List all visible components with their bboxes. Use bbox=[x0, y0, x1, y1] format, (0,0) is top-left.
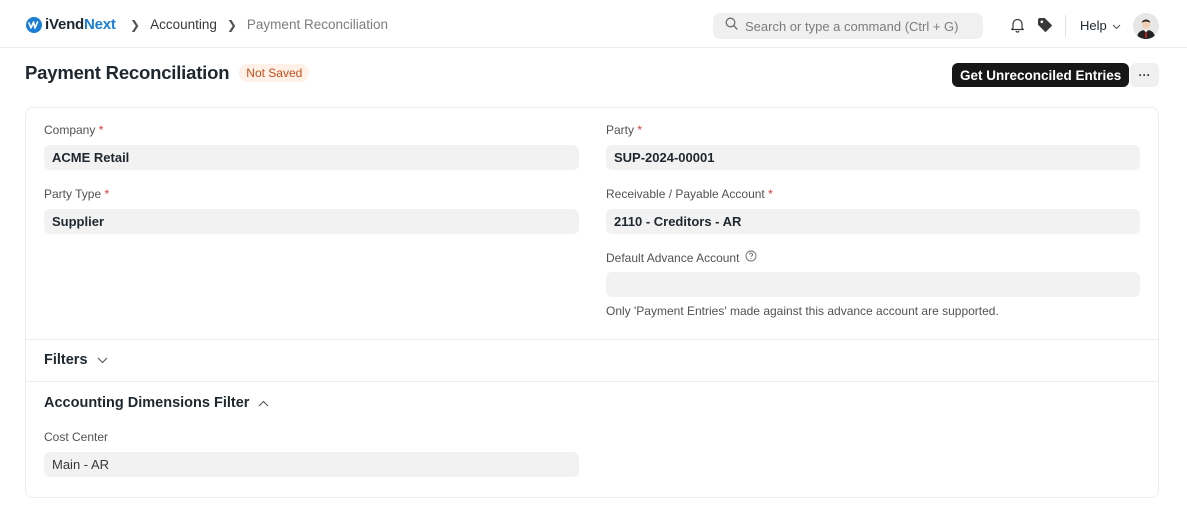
accounting-dimensions-section-title: Accounting Dimensions Filter bbox=[44, 395, 250, 411]
party-field[interactable]: SUP-2024-00001 bbox=[606, 145, 1140, 170]
receivable-payable-account-label: Receivable / Payable Account * bbox=[606, 187, 773, 201]
help-label: Help bbox=[1080, 18, 1107, 33]
logo-text: iVendNext bbox=[45, 16, 116, 33]
app-logo[interactable]: iVendNext bbox=[26, 16, 116, 33]
form-card: Company * ACME Retail Party Type * Suppl… bbox=[25, 107, 1159, 498]
page-title: Payment Reconciliation bbox=[25, 62, 230, 83]
search-icon bbox=[725, 17, 738, 35]
cost-center-field[interactable]: Main - AR bbox=[44, 452, 579, 477]
breadcrumb-accounting[interactable]: Accounting bbox=[150, 17, 217, 32]
navbar-divider bbox=[1065, 15, 1066, 37]
chevron-up-icon bbox=[258, 395, 269, 411]
company-label: Company * bbox=[44, 123, 104, 137]
breadcrumb-payment-reconciliation[interactable]: Payment Reconciliation bbox=[247, 17, 388, 32]
filters-section-toggle[interactable]: Filters bbox=[44, 352, 108, 368]
party-label: Party * bbox=[606, 123, 643, 137]
company-field[interactable]: ACME Retail bbox=[44, 145, 579, 170]
receivable-payable-account-field[interactable]: 2110 - Creditors - AR bbox=[606, 209, 1140, 234]
top-navbar: iVendNext ❯ Accounting ❯ Payment Reconci… bbox=[0, 0, 1187, 48]
breadcrumb: ❯ Accounting ❯ Payment Reconciliation bbox=[128, 17, 388, 32]
status-badge: Not Saved bbox=[239, 64, 310, 82]
avatar[interactable] bbox=[1133, 13, 1159, 39]
party-type-label: Party Type * bbox=[44, 187, 110, 201]
more-actions-button[interactable]: ··· bbox=[1130, 63, 1159, 87]
default-advance-account-help: Only 'Payment Entries' made against this… bbox=[606, 304, 999, 318]
search-bar[interactable] bbox=[713, 13, 983, 39]
help-dropdown[interactable]: Help bbox=[1080, 18, 1121, 33]
logo-icon bbox=[26, 16, 42, 33]
search-input[interactable] bbox=[745, 18, 975, 34]
chevron-right-icon: ❯ bbox=[226, 17, 237, 32]
section-divider bbox=[26, 381, 1158, 382]
filters-section-title: Filters bbox=[44, 352, 88, 368]
section-divider bbox=[26, 339, 1158, 340]
chevron-right-icon: ❯ bbox=[130, 17, 141, 32]
accounting-dimensions-section-toggle[interactable]: Accounting Dimensions Filter bbox=[44, 395, 269, 411]
party-type-field[interactable]: Supplier bbox=[44, 209, 579, 234]
help-circle-icon[interactable] bbox=[745, 250, 757, 265]
default-advance-account-label: Default Advance Account bbox=[606, 250, 757, 265]
get-unreconciled-entries-button[interactable]: Get Unreconciled Entries bbox=[952, 63, 1130, 87]
chevron-down-icon bbox=[1112, 18, 1121, 33]
cost-center-label: Cost Center bbox=[44, 430, 109, 444]
chevron-down-icon bbox=[97, 352, 108, 368]
page-header: Payment Reconciliation Not Saved bbox=[25, 62, 310, 84]
ellipsis-icon: ··· bbox=[1138, 68, 1151, 82]
default-advance-account-field[interactable] bbox=[606, 272, 1140, 297]
tag-icon[interactable] bbox=[1037, 17, 1053, 33]
bell-icon[interactable] bbox=[1009, 17, 1025, 33]
